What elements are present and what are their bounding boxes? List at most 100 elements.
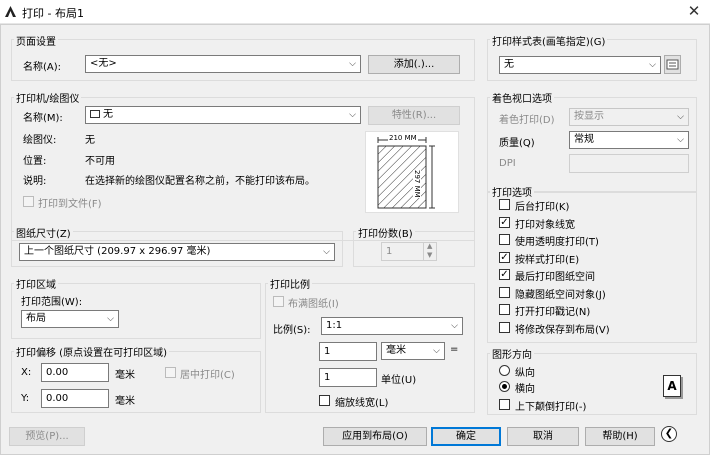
unit2-label: 单位(U)	[381, 375, 417, 386]
plot-option-label: 隐藏图纸空间对象(J)	[515, 289, 606, 301]
printer-name-select[interactable]: 无 ⌵	[85, 106, 361, 124]
plot-option-checkbox[interactable]	[499, 234, 510, 245]
plot-option-label: 最后打印图纸空间	[515, 272, 595, 283]
spin-down-icon[interactable]: ▼	[427, 251, 432, 259]
printer-title: 打印机/绘图仪	[14, 90, 82, 105]
copies-title: 打印份数(B)	[356, 225, 415, 240]
shade-plot-label: 着色打印(D)	[499, 115, 555, 126]
orientation-title: 图形方向	[490, 346, 534, 361]
landscape-radio[interactable]	[499, 381, 510, 392]
dpi-input[interactable]	[569, 154, 689, 173]
chevron-down-icon: ⌵	[451, 321, 458, 331]
scale-select[interactable]: 1:1 ⌵	[321, 317, 463, 335]
offset-x-unit: 毫米	[115, 370, 135, 381]
fit-to-paper-label: 布满图纸(I)	[288, 299, 339, 310]
plot-option-checkbox[interactable]: ✓	[499, 251, 510, 263]
location-value: 不可用	[85, 156, 115, 167]
scale-value1-input[interactable]: 1	[319, 342, 377, 361]
plot-option-label: 按样式打印(E)	[515, 254, 580, 266]
edit-style-icon	[666, 59, 679, 70]
shade-plot-select[interactable]: 按显示 ⌵	[569, 108, 689, 126]
offset-x-input[interactable]: 0.00	[41, 363, 109, 382]
plot-option-label: 后台打印(K)	[515, 202, 570, 213]
offset-y-unit: 毫米	[115, 396, 135, 407]
paper-preview: 210 MM 297 MM	[365, 131, 459, 213]
style-table-title: 打印样式表(画笔指定)(G)	[490, 33, 608, 48]
scale-value2-input[interactable]: 1	[319, 368, 377, 387]
center-plot-label: 居中打印(C)	[180, 370, 235, 381]
plot-option-checkbox[interactable]	[499, 286, 510, 298]
scale-lineweights-checkbox[interactable]	[319, 395, 330, 406]
upside-down-checkbox[interactable]	[499, 399, 510, 410]
copies-spinner[interactable]: ▲ ▼	[423, 242, 436, 260]
plot-area-title: 打印区域	[14, 276, 58, 291]
add-page-setup-button[interactable]: 添加(.)...	[368, 55, 460, 74]
print-dialog: 页面设置 名称(A): <无> ⌵ 添加(.)... 打印机/绘图仪 名称(M):…	[0, 24, 710, 455]
edit-style-table-button[interactable]	[664, 55, 681, 74]
style-table-select[interactable]: 无 ⌵	[499, 56, 661, 74]
apply-to-layout-button[interactable]: 应用到布局(O)	[323, 427, 427, 446]
properties-button[interactable]: 特性(R)...	[368, 106, 460, 125]
paper-size-title: 图纸尺寸(Z)	[14, 225, 73, 240]
paper-width-label: 210 MM	[388, 134, 418, 142]
chevron-down-icon: ⌵	[433, 346, 440, 356]
chevron-down-icon: ⌵	[649, 60, 656, 70]
plot-option-label: 使用透明度打印(T)	[515, 237, 599, 248]
plot-option-checkbox[interactable]	[499, 199, 510, 210]
plot-option-checkbox[interactable]: ✓	[499, 216, 510, 228]
help-button[interactable]: 帮助(H)	[585, 427, 655, 446]
equals-sign: =	[450, 344, 459, 355]
printer-icon	[90, 110, 100, 118]
autocad-logo-icon	[5, 6, 16, 17]
plot-option-checkbox[interactable]	[499, 304, 510, 315]
preview-button[interactable]: 预览(P)...	[9, 427, 85, 446]
location-label: 位置:	[23, 156, 47, 167]
description-value: 在选择新的绘图仪配置名称之前，不能打印该布局。	[85, 176, 315, 187]
ok-button[interactable]: 确定	[431, 427, 501, 446]
quality-label: 质量(Q)	[499, 138, 535, 149]
quality-select[interactable]: 常规 ⌵	[569, 131, 689, 149]
plotter-label: 绘图仪:	[23, 135, 57, 146]
print-to-file-checkbox[interactable]	[23, 196, 34, 207]
plot-option-checkbox[interactable]	[499, 321, 510, 333]
portrait-radio[interactable]	[499, 365, 510, 376]
plot-options-title: 打印选项	[490, 184, 534, 199]
plot-scale-title: 打印比例	[268, 276, 312, 291]
cancel-button[interactable]: 取消	[507, 427, 579, 446]
plot-option-label: 打开打印戳记(N)	[515, 307, 591, 318]
plot-option-label: 将修改保存到布局(V)	[515, 324, 610, 336]
plot-range-select[interactable]: 布局 ⌵	[21, 310, 119, 328]
page-setup-title: 页面设置	[14, 33, 58, 48]
plot-option-checkbox[interactable]: ✓	[499, 269, 510, 280]
page-orientation-icon: A	[663, 375, 681, 397]
scale-lineweights-label: 缩放线宽(L)	[335, 398, 389, 409]
upside-down-label: 上下颠倒打印(-)	[515, 402, 587, 413]
chevron-down-icon: ⌵	[349, 110, 356, 120]
printer-name-label: 名称(M):	[23, 113, 63, 124]
plot-offset-title: 打印偏移 (原点设置在可打印区域)	[14, 344, 169, 359]
chevron-down-icon: ⌵	[107, 314, 114, 324]
fit-to-paper-checkbox[interactable]	[273, 296, 284, 307]
collapse-options-icon[interactable]: ❮	[661, 426, 677, 442]
portrait-label: 纵向	[515, 368, 535, 379]
scale-unit-select[interactable]: 毫米 ⌵	[381, 342, 445, 360]
offset-y-input[interactable]: 0.00	[41, 389, 109, 408]
spin-up-icon[interactable]: ▲	[427, 242, 432, 250]
offset-y-label: Y:	[21, 393, 30, 404]
chevron-down-icon: ⌵	[323, 247, 330, 257]
landscape-label: 横向	[515, 384, 535, 395]
chevron-down-icon: ⌵	[349, 59, 356, 69]
paper-height-label: 297 MM	[413, 170, 421, 198]
plot-range-label: 打印范围(W):	[21, 297, 83, 308]
print-to-file-label: 打印到文件(F)	[38, 199, 102, 210]
page-setup-name-select[interactable]: <无> ⌵	[85, 55, 361, 73]
center-plot-checkbox[interactable]	[165, 367, 176, 378]
scale-label: 比例(S):	[273, 325, 311, 336]
description-label: 说明:	[23, 176, 47, 187]
close-icon[interactable]: ✕	[684, 1, 704, 21]
offset-x-label: X:	[21, 367, 32, 378]
title-bar: 打印 - 布局1 ✕	[0, 0, 710, 24]
window-title: 打印 - 布局1	[22, 7, 84, 20]
plot-option-label: 打印对象线宽	[515, 219, 575, 231]
paper-size-select[interactable]: 上一个图纸尺寸 (209.97 x 296.97 毫米) ⌵	[19, 243, 335, 261]
